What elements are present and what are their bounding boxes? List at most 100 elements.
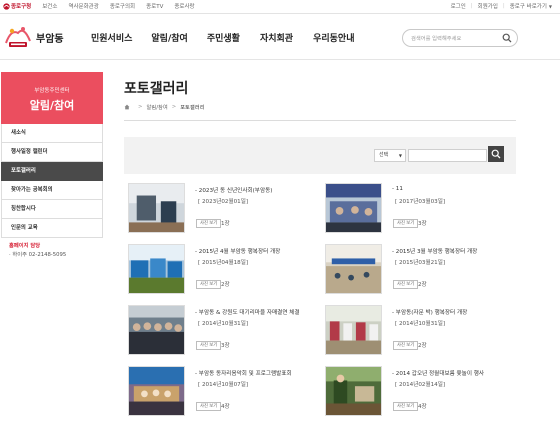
gallery-item[interactable]: 부암동 & 강원도 대기리마을 자매결연 체결 [ 2014년10월31일] 사… xyxy=(124,305,309,363)
photo-count: 3장 xyxy=(221,343,230,349)
photo-thumbnail-image xyxy=(129,245,184,293)
photo-thumbnail-image xyxy=(129,367,184,415)
gallery-item-title[interactable]: 2015년 4월 부암동 행복장터 개장 xyxy=(195,247,281,255)
photo-thumbnail-image xyxy=(326,306,381,354)
sidebar-item-event-calendar[interactable]: 행사일정 캘린더 xyxy=(1,143,103,162)
search-field-select[interactable]: 선택 ▼ xyxy=(374,149,406,162)
sidebar-item-visiting-meeting[interactable]: 찾아가는 공복회의 xyxy=(1,181,103,200)
photo-count: 2장 xyxy=(221,282,230,288)
view-photos-badge[interactable]: 사진 보기 xyxy=(196,219,222,228)
top-link-jongno-love[interactable]: 종로사랑 xyxy=(174,2,194,10)
gallery-item-date: [ 2023년02월01일] xyxy=(198,199,249,205)
gallery-thumbnail[interactable] xyxy=(128,305,185,355)
gallery-thumbnail[interactable] xyxy=(128,183,185,233)
sidebar-item-praise[interactable]: 칭찬합시다 xyxy=(1,200,103,219)
gallery-item[interactable]: 부암동 동자리음악회 및 프로그램발표회 [ 2014년10월07일] 사진 보… xyxy=(124,366,309,424)
dong-shortcut-select[interactable]: 종로구 바로가기 ▼ xyxy=(510,2,552,11)
search-icon[interactable] xyxy=(502,33,512,43)
gallery-item-date: [ 2014년10월07일] xyxy=(198,382,249,388)
gallery-item-date: [ 2014년10월31일] xyxy=(198,321,249,327)
sidebar-item-photo-gallery[interactable]: 포토갤러리 xyxy=(1,162,103,181)
jongno-gu-link[interactable]: 종로구청 xyxy=(3,2,31,10)
page-title: 포토갤러리 xyxy=(124,81,189,97)
chevron-down-icon: ▼ xyxy=(398,153,402,158)
sidebar-title-box: 부암동주민센터 알림/참여 xyxy=(1,72,103,124)
search-field-value: 선택 xyxy=(379,152,389,158)
gnb-item-notice[interactable]: 알림/참여 xyxy=(151,31,187,44)
view-photos-badge[interactable]: 사진 보기 xyxy=(196,402,222,411)
gallery-item-date: [ 2014년02월14일] xyxy=(395,382,446,388)
gallery-item-date: [ 2017년03월03일] xyxy=(395,199,446,205)
jongno-logo-icon xyxy=(3,2,10,10)
gallery-item[interactable]: 11 [ 2017년03월03일] 사진 보기 3장 xyxy=(321,183,506,241)
contact-phone: 하이주 02-2148-5095 xyxy=(9,251,66,260)
contact-title: 홈페이지 담당 xyxy=(9,243,41,249)
gallery-thumbnail[interactable] xyxy=(325,183,382,233)
sidebar-menu: 새소식 행사일정 캘린더 포토갤러리 찾아가는 공복회의 칭찬합시다 인문의 교… xyxy=(1,124,103,238)
board-search-input[interactable] xyxy=(408,149,487,162)
gallery-item-title[interactable]: 부암동 동자리음악회 및 프로그램발표회 xyxy=(195,369,292,377)
gallery-thumbnail[interactable] xyxy=(325,366,382,416)
board-search-box: 선택 ▼ xyxy=(124,137,516,174)
photo-thumbnail-image xyxy=(326,245,381,293)
gallery-item-title[interactable]: 2015년 3월 부암동 행복장터 개장 xyxy=(392,247,478,255)
board-search-button[interactable] xyxy=(488,146,504,162)
dong-name: 부암동 xyxy=(36,33,64,45)
page-contact: 홈페이지 담당 하이주 02-2148-5095 xyxy=(9,242,66,260)
gnb-item-resident-life[interactable]: 주민생활 xyxy=(207,31,240,44)
gallery-thumbnail[interactable] xyxy=(128,366,185,416)
view-photos-badge[interactable]: 사진 보기 xyxy=(393,402,419,411)
top-link-council[interactable]: 종로구의회 xyxy=(110,2,135,10)
view-photos-badge[interactable]: 사진 보기 xyxy=(393,280,419,289)
logo-emblem-icon xyxy=(5,27,31,47)
photo-count: 2장 xyxy=(418,343,427,349)
home-icon[interactable] xyxy=(124,104,130,110)
title-divider xyxy=(124,120,516,121)
gnb-item-community-center[interactable]: 자치회관 xyxy=(260,31,293,44)
view-photos-badge[interactable]: 사진 보기 xyxy=(393,341,419,350)
site-logo[interactable]: 부암동 xyxy=(3,23,64,51)
photo-count: 2장 xyxy=(418,282,427,288)
signup-link[interactable]: 회원가입 xyxy=(478,2,498,10)
photo-thumbnail-image xyxy=(326,184,381,232)
breadcrumb: > 알림/참여 > 포토갤러리 xyxy=(124,103,205,111)
top-link-jongno-tv[interactable]: 종로TV xyxy=(146,2,163,10)
gallery-item-date: [ 2015년03월21일] xyxy=(395,260,446,266)
top-utility-bar: 종로구청 보건소 역사문화관광 종로구의회 종로TV 종로사랑 로그인 | 회원… xyxy=(0,0,560,14)
top-link-health-center[interactable]: 보건소 xyxy=(42,2,57,10)
gallery-item[interactable]: 2015년 3월 부암동 행복장터 개장 [ 2015년03월21일] 사진 보… xyxy=(321,244,506,302)
search-input[interactable] xyxy=(411,33,501,44)
gallery-thumbnail[interactable] xyxy=(325,244,382,294)
sidebar-subtitle: 부암동주민센터 xyxy=(34,88,70,94)
view-photos-badge[interactable]: 사진 보기 xyxy=(196,341,222,350)
sidebar-item-humanities-education[interactable]: 인문의 교육 xyxy=(1,219,103,238)
gallery-item-title[interactable]: 2014 갑오년 정월대보름 윷놀이 행사 xyxy=(392,369,484,377)
gallery-item-title[interactable]: 2023년 동 신년인사회(부암동) xyxy=(195,186,273,194)
view-photos-badge[interactable]: 사진 보기 xyxy=(196,280,222,289)
gallery-thumbnail[interactable] xyxy=(325,305,382,355)
gallery-item-title[interactable]: 11 xyxy=(392,186,403,192)
gnb-item-civil-service[interactable]: 민원서비스 xyxy=(91,31,132,44)
gallery-item[interactable]: 2014 갑오년 정월대보름 윷놀이 행사 [ 2014년02월14일] 사진 … xyxy=(321,366,506,424)
gallery-item[interactable]: 부암동(자문 박) 행복장터 개장 [ 2014년10월31일] 사진 보기 2… xyxy=(321,305,506,363)
divider: | xyxy=(470,3,473,9)
gallery-item-title[interactable]: 부암동(자문 박) 행복장터 개장 xyxy=(392,308,467,316)
login-link[interactable]: 로그인 xyxy=(451,2,466,10)
chevron-down-icon: ▼ xyxy=(548,3,552,9)
breadcrumb-item-notice[interactable]: 알림/참여 xyxy=(146,103,167,111)
sidebar-item-news[interactable]: 새소식 xyxy=(1,124,103,143)
gnb-item-dong-info[interactable]: 우리동안내 xyxy=(313,31,354,44)
photo-thumbnail-image xyxy=(129,184,184,232)
family-site-links: 종로구청 보건소 역사문화관광 종로구의회 종로TV 종로사랑 xyxy=(3,2,195,10)
divider: | xyxy=(502,3,505,9)
gallery-thumbnail[interactable] xyxy=(128,244,185,294)
jongno-gu-label: 종로구청 xyxy=(11,4,32,10)
gallery-item-title[interactable]: 부암동 & 강원도 대기리마을 자매결연 체결 xyxy=(195,308,300,316)
view-photos-badge[interactable]: 사진 보기 xyxy=(393,219,419,228)
gallery-item[interactable]: 2015년 4월 부암동 행복장터 개장 [ 2015년04월18일] 사진 보… xyxy=(124,244,309,302)
top-link-culture-tour[interactable]: 역사문화관광 xyxy=(68,2,98,10)
gallery-item[interactable]: 2023년 동 신년인사회(부암동) [ 2023년02월01일] 사진 보기 … xyxy=(124,183,309,241)
photo-thumbnail-image xyxy=(326,367,381,415)
breadcrumb-item-current: 포토갤러리 xyxy=(180,105,205,111)
main-navigation: 민원서비스 알림/참여 주민생활 자치회관 우리동안내 xyxy=(91,15,354,60)
